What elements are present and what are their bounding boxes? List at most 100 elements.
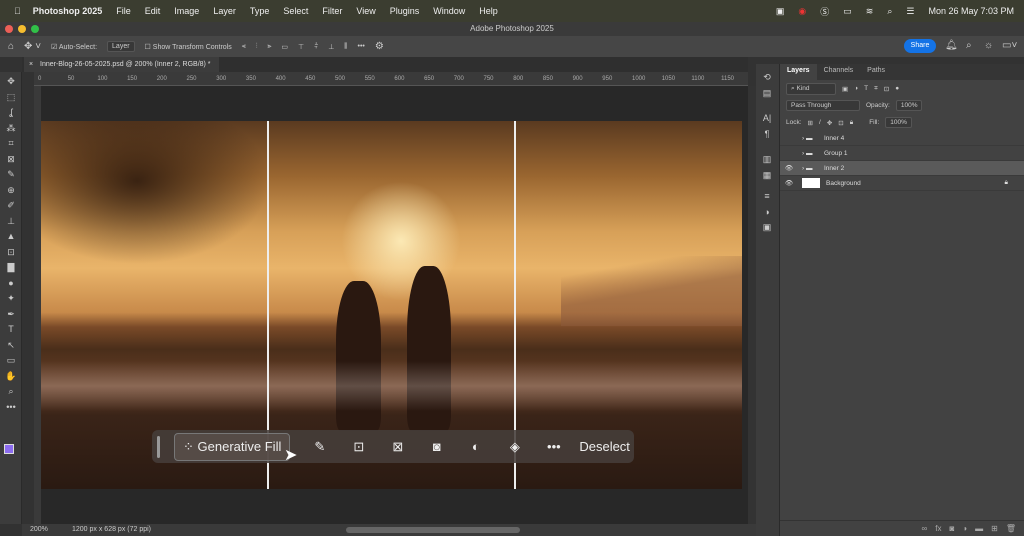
tab-layers[interactable]: Layers [780, 64, 817, 80]
menu-layer[interactable]: Layer [213, 6, 236, 16]
menu-app[interactable]: Photoshop 2025 [33, 6, 103, 16]
menu-file[interactable]: File [116, 6, 131, 16]
layer-name[interactable]: Background [826, 180, 861, 187]
align-center-icon[interactable]: ⫶ [256, 43, 258, 51]
move-tool-icon[interactable]: ✥ ˅ [24, 41, 41, 52]
fill-bucket-icon[interactable]: ◈ [495, 439, 534, 455]
layer-name[interactable]: Inner 4 [824, 135, 844, 142]
filter-pixel-icon[interactable]: ▣ [842, 85, 848, 93]
auto-select-checkbox[interactable]: ☑ Auto-Select: [51, 43, 97, 51]
tool-8-icon[interactable]: ✐ [0, 198, 22, 214]
more-icon[interactable]: ••• [534, 439, 573, 454]
folder-icon[interactable]: › ▬ [802, 165, 824, 172]
layer-row[interactable]: 👁︎ Background 🔒︎ [780, 176, 1024, 191]
invert-selection-icon[interactable]: ◐ [456, 439, 495, 454]
select-subject-icon[interactable]: ⊡ [339, 439, 378, 455]
tool-7-icon[interactable]: ⊕ [0, 183, 22, 199]
lock-pixels-icon[interactable]: / [819, 119, 821, 126]
fill-field[interactable]: 100% [885, 117, 912, 128]
tool-18-icon[interactable]: ▭ [0, 353, 22, 369]
tool-4-icon[interactable]: ⌗ [0, 136, 22, 152]
lock-all-icon[interactable]: 🔒︎ [850, 119, 853, 127]
minimize-window-button[interactable] [18, 25, 26, 33]
filter-smart-icon[interactable]: ⊡ [884, 85, 889, 93]
opacity-field[interactable]: 100% [895, 100, 923, 111]
new-group-icon[interactable]: ▬ [975, 524, 983, 533]
lock-artboard-icon[interactable]: ⊡ [838, 119, 843, 127]
filter-adjustment-icon[interactable]: ◑ [854, 85, 858, 92]
share-button[interactable]: Share [904, 39, 936, 53]
history-icon[interactable]: ⟲ [756, 70, 778, 86]
paragraph-icon[interactable]: ¶ [756, 127, 778, 143]
tool-17-icon[interactable]: ↖ [0, 338, 22, 354]
align-middle-icon[interactable]: ⫩ [314, 43, 318, 51]
menu-view[interactable]: View [356, 6, 375, 16]
tool-20-icon[interactable]: ⌕ [0, 384, 22, 400]
zoom-window-button[interactable] [31, 25, 39, 33]
close-window-button[interactable] [5, 25, 13, 33]
bell-icon[interactable]: 🔔︎ [945, 40, 958, 51]
tab-channels[interactable]: Channels [817, 64, 861, 80]
align-right-icon[interactable]: ⫸ [267, 43, 271, 51]
distribute-vertical-icon[interactable]: ⫼ [344, 43, 347, 51]
wifi-icon[interactable]: ≋ [866, 6, 874, 17]
auto-select-target-dropdown[interactable]: Layer [107, 41, 135, 52]
spotlight-search-icon[interactable]: ⌕ [887, 6, 892, 17]
layer-name[interactable]: Group 1 [824, 150, 848, 157]
tab-paths[interactable]: Paths [860, 64, 892, 80]
adjustments-icon[interactable]: ≡ [756, 189, 778, 205]
lock-position-icon[interactable]: ✥ [827, 119, 832, 127]
gradients-icon[interactable]: ▥ [756, 152, 778, 168]
discover-lightbulb-icon[interactable]: ☼ [984, 40, 993, 51]
generative-fill-button[interactable]: ⁘ Generative Fill [174, 432, 291, 461]
filter-shape-icon[interactable]: ⌗ [874, 85, 878, 93]
distribute-icon[interactable]: ▭ [281, 43, 288, 51]
tool-19-icon[interactable]: ✋ [0, 369, 22, 385]
control-center-icon[interactable]: ☰ [906, 6, 914, 17]
menu-window[interactable]: Window [433, 6, 465, 16]
tool-1-icon[interactable]: ⬚ [0, 90, 22, 106]
horizontal-scrollbar[interactable] [346, 527, 520, 533]
add-mask-icon[interactable]: ◙ [949, 524, 954, 533]
transform-selection-icon[interactable]: ⊠ [378, 439, 417, 455]
battery-icon[interactable]: ▭ [843, 6, 852, 17]
lock-transparent-icon[interactable]: ⊞ [808, 119, 813, 127]
color-icon[interactable]: ◑ [756, 205, 778, 221]
properties-icon[interactable]: ▣ [756, 220, 778, 236]
tool-13-icon[interactable]: ● [0, 276, 22, 292]
tool-2-icon[interactable]: ʆ [0, 105, 22, 121]
tool-0-icon[interactable]: ✥ [0, 74, 22, 90]
menu-help[interactable]: Help [479, 6, 498, 16]
more-options-button[interactable]: ••• [358, 43, 365, 50]
align-bottom-icon[interactable]: ⊥ [328, 43, 334, 51]
tool-16-icon[interactable]: T [0, 322, 22, 338]
eye-icon[interactable]: 👁︎ [780, 179, 798, 187]
layer-row[interactable]: 👁︎ › ▬ Inner 2 [780, 161, 1024, 176]
skype-icon[interactable]: Ⓢ [820, 5, 829, 18]
align-left-icon[interactable]: ⫷ [242, 43, 246, 51]
show-transform-checkbox[interactable]: ☐ Show Transform Controls [145, 43, 232, 51]
fx-icon[interactable]: fx [935, 524, 941, 533]
layer-row[interactable]: › ▬ Group 1 [780, 146, 1024, 161]
tool-5-icon[interactable]: ⊠ [0, 152, 22, 168]
menu-plugins[interactable]: Plugins [390, 6, 420, 16]
search-icon[interactable]: ⌕ [966, 40, 972, 51]
folder-icon[interactable]: › ▬ [802, 150, 824, 157]
menu-edit[interactable]: Edit [145, 6, 161, 16]
menu-image[interactable]: Image [174, 6, 199, 16]
drag-handle[interactable] [157, 435, 160, 458]
filter-kind-dropdown[interactable]: ⌕ Kind [786, 82, 836, 95]
adjustment-layer-icon[interactable]: ◑ [962, 524, 967, 533]
recording-icon[interactable]: ◉ [798, 6, 806, 17]
tool-3-icon[interactable]: ⁂ [0, 121, 22, 137]
gear-icon[interactable]: ⚙ [375, 41, 384, 52]
deselect-button[interactable]: Deselect [579, 439, 630, 454]
new-layer-icon[interactable]: ⊞ [991, 524, 998, 533]
zoom-level[interactable]: 200% [30, 526, 48, 533]
layer-row[interactable]: › ▬ Inner 4 [780, 131, 1024, 146]
tool-14-icon[interactable]: ✦ [0, 291, 22, 307]
eye-icon[interactable]: 👁︎ [780, 164, 798, 172]
menu-filter[interactable]: Filter [322, 6, 342, 16]
document-tab[interactable]: × Inner-Blog-26-05-2025.psd @ 200% (Inne… [24, 57, 219, 72]
home-icon[interactable]: ⌂ [8, 41, 14, 52]
